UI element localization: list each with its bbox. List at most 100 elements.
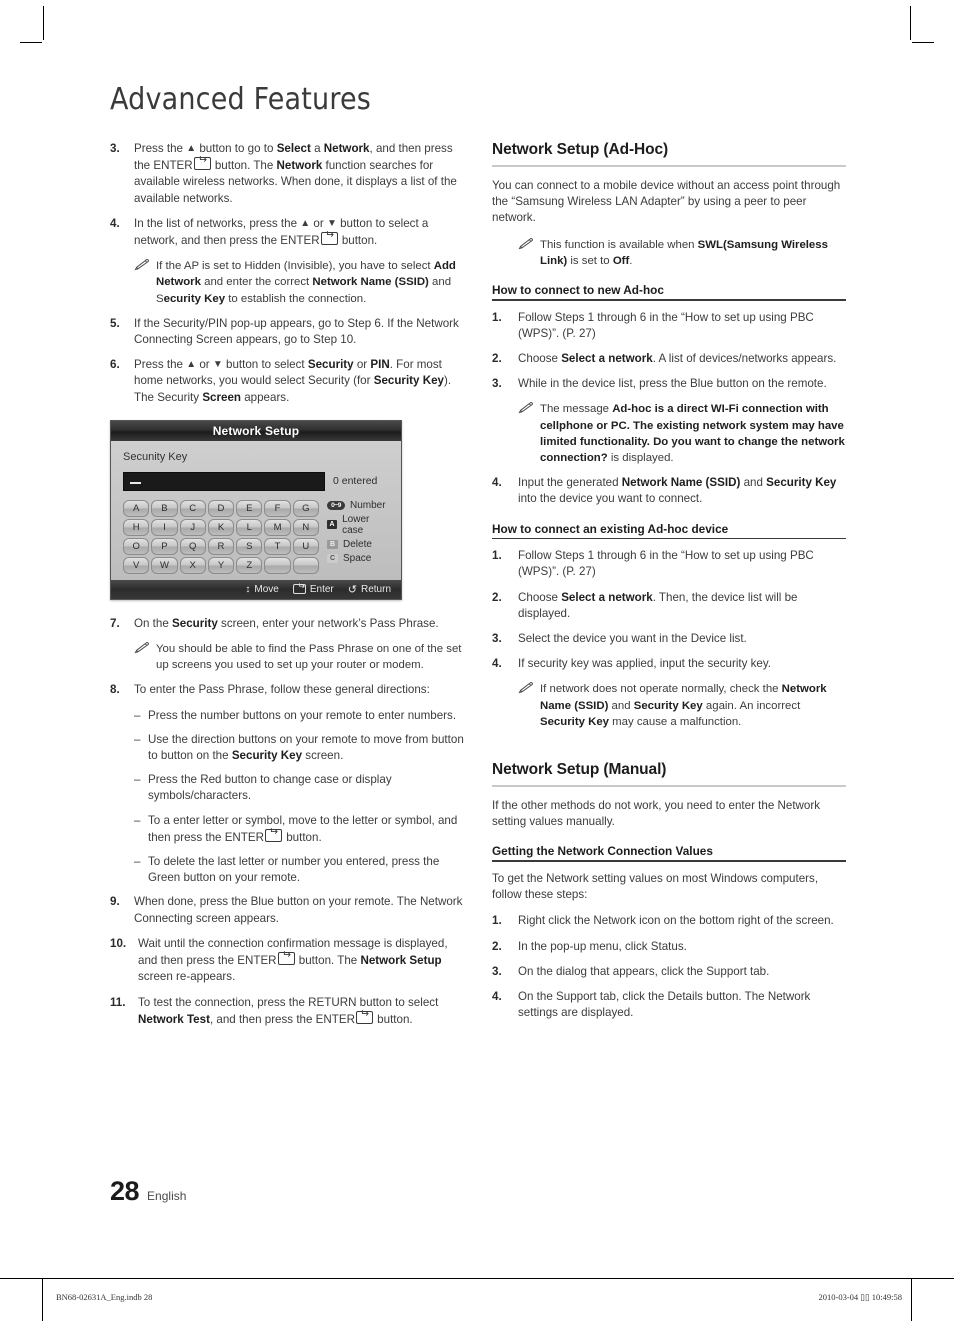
direction-arrow-icon: ▲ (186, 143, 197, 154)
keyboard-key-f[interactable]: F (264, 499, 291, 517)
step-number: 3. (492, 632, 502, 646)
osd-footer-action-enter[interactable]: Enter (292, 584, 334, 595)
instruction-step: 1. Follow Steps 1 through 6 in the “How t… (492, 310, 846, 342)
emphasis: ecurity Key (163, 292, 226, 305)
step-text: Wait until the connection confirmation m… (138, 936, 464, 986)
keyboard-key-t[interactable]: T (264, 537, 291, 555)
keyboard-key-c[interactable]: C (179, 499, 206, 517)
enter-key-icon (320, 232, 338, 246)
keyboard-key-u[interactable]: U (292, 537, 319, 555)
keyboard-key-y[interactable]: Y (207, 556, 235, 574)
keyboard-key-b[interactable]: B (151, 499, 178, 517)
instruction-step: 6. Press the ▲ or ▼ button to select Secu… (110, 357, 464, 406)
direction-arrow-icon: ▼ (326, 217, 337, 229)
keyboard-key-v[interactable]: V (123, 556, 150, 574)
keyboard-key-a[interactable]: A (123, 499, 150, 517)
dash-bullet-icon: – (134, 732, 141, 746)
color-button-chip-c: C (327, 553, 338, 563)
osd-footer-action-return[interactable]: ↺ Return (348, 583, 391, 596)
onscreen-keyboard[interactable]: ABCDEFG HIJKLMN OPQRSTU VWXYZ (123, 499, 319, 574)
keyboard-key-o[interactable]: O (123, 537, 150, 555)
step-number: 4. (110, 216, 120, 230)
keyboard-key-e[interactable]: E (236, 499, 263, 517)
dash-bullet-icon: – (134, 813, 141, 827)
instruction-step: 1. Right click the Network icon on the bo… (492, 913, 846, 929)
keyboard-key-k[interactable]: K (207, 518, 235, 536)
legend-item-lower-case: A Lower case (327, 514, 389, 536)
keyboard-key-z[interactable]: Z (236, 556, 263, 574)
enter-key-icon (277, 952, 295, 966)
dash-bullet-icon: – (134, 855, 141, 869)
keyboard-key-m[interactable]: M (264, 518, 291, 536)
note-text: If network does not operate normally, ch… (540, 683, 827, 728)
osd-footer-label: Return (360, 583, 391, 595)
step-number: 8. (110, 683, 120, 697)
step-number: 5. (110, 316, 120, 330)
emphasis: Security Key (540, 715, 610, 728)
keyboard-key-i[interactable]: I (151, 518, 178, 536)
step-text: On the Security screen, enter your netwo… (134, 616, 439, 630)
keyboard-key-n[interactable]: N (292, 518, 319, 536)
keyboard-key-p[interactable]: P (151, 537, 178, 555)
instruction-step: 3. While in the device list, press the Bl… (492, 376, 846, 392)
instruction-step: 5. If the Security/PIN pop-up appears, go… (110, 316, 464, 348)
osd-title-bar: Network Setup (111, 420, 401, 441)
step-text: Follow Steps 1 through 6 in the “How to … (518, 549, 814, 579)
instruction-step: 3. On the dialog that appears, click the … (492, 964, 846, 980)
keyboard-key-w[interactable]: W (151, 556, 178, 574)
security-key-input[interactable] (123, 471, 325, 491)
bullet-text: To a enter letter or symbol, move to the… (148, 813, 464, 846)
osd-footer-action-move[interactable]: ↕ Move (245, 584, 278, 595)
keyboard-key-q[interactable]: Q (179, 537, 206, 555)
bullet-item: – Press the Red button to change case or … (110, 772, 464, 804)
step-text: Choose Select a network. Then, the devic… (518, 590, 798, 620)
instruction-step: 3. Press the ▲ button to go to Select a N… (110, 141, 464, 207)
step-text: To enter the Pass Phrase, follow these g… (134, 683, 430, 697)
direction-arrow-icon: ▲ (300, 217, 311, 229)
step-number: 2. (492, 939, 502, 953)
right-column: Network Setup (Ad-Hoc) You can connect t… (492, 141, 846, 1030)
step-number: 6. (110, 358, 120, 372)
page-language: English (147, 1189, 187, 1203)
step-text: To test the connection, press the RETURN… (138, 995, 464, 1028)
subsection-heading-existing-adhoc: How to connect an existing Ad-hoc device (492, 521, 729, 536)
keyboard-key-j[interactable]: J (179, 518, 206, 536)
pencil-note-icon (518, 401, 540, 466)
legend-item-number: 0~9 Number (327, 500, 389, 511)
instruction-step: 8. To enter the Pass Phrase, follow these… (110, 682, 464, 698)
instruction-step: 2. Choose Select a network. A list of dev… (492, 351, 846, 367)
dash-bullet-icon: – (134, 708, 141, 722)
step-number: 3. (110, 142, 120, 155)
keyboard-key-h[interactable]: H (123, 518, 150, 536)
left-step-7: 7. On the Security screen, enter your net… (110, 616, 464, 632)
step-number: 3. (492, 964, 502, 978)
section-rule (492, 165, 846, 167)
keyboard-key-blank[interactable] (292, 556, 319, 574)
emphasis: Network (323, 142, 370, 155)
adhoc-new-steps: 1. Follow Steps 1 through 6 in the “How t… (492, 310, 846, 393)
pencil-note-icon (134, 642, 149, 654)
keyboard-key-d[interactable]: D (207, 499, 235, 517)
step-number: 4. (492, 476, 502, 490)
dash-bullet-icon: – (134, 773, 141, 787)
step-number: 9. (110, 895, 120, 909)
instruction-step: 4. Input the generated Network Name (SSID… (492, 475, 846, 507)
instruction-step: 10. Wait until the connection confirmatio… (110, 936, 464, 986)
keyboard-key-x[interactable]: X (179, 556, 206, 574)
keyboard-key-s[interactable]: S (236, 537, 263, 555)
step-number: 1. (492, 549, 502, 563)
pencil-note-icon (134, 259, 149, 271)
bullet-item: – Use the direction buttons on your remot… (110, 732, 464, 764)
instruction-step: 4. If security key was applied, input the… (492, 656, 846, 672)
osd-body: Secunity Key 0 entered ABCDEFGHIJKLMNOPQ… (111, 440, 401, 580)
keyboard-key-g[interactable]: G (292, 499, 319, 517)
keyboard-key-r[interactable]: R (207, 537, 235, 555)
keyboard-key-l[interactable]: L (236, 518, 263, 536)
enter-key-icon (355, 1010, 373, 1024)
legend-label: Space (343, 552, 372, 564)
direction-arrow-icon: ▼ (212, 359, 223, 371)
keyboard-key-blank[interactable] (264, 556, 291, 574)
page-title: Advanced Features (110, 82, 372, 117)
bullet-item: – To a enter letter or symbol, move to th… (110, 813, 464, 846)
step-text: Select the device you want in the Device… (518, 632, 747, 646)
